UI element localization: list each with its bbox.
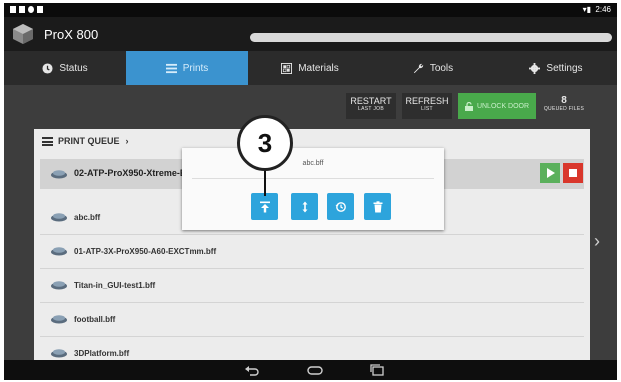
history-icon <box>335 201 346 212</box>
wrench-icon <box>413 63 423 73</box>
popup-title: abc.bff <box>302 160 324 167</box>
part-icon <box>51 247 67 256</box>
back-icon[interactable] <box>244 363 260 377</box>
part-icon <box>51 170 67 179</box>
list-item[interactable]: football.bff <box>40 303 584 337</box>
next-page-chevron-icon[interactable]: › <box>594 231 600 252</box>
tab-settings-label: Settings <box>546 62 583 74</box>
tab-prints-label: Prints <box>182 62 209 74</box>
print-actions-bar: RESTART LAST JOB REFRESH LIST UNLOCK DOO… <box>4 85 617 125</box>
notification-icon <box>10 6 16 13</box>
refresh-list-button[interactable]: REFRESH LIST <box>402 93 452 119</box>
reorder-icon <box>302 201 307 212</box>
gear-icon <box>529 62 541 74</box>
system-navigation-bar <box>4 360 617 380</box>
queued-files-counter: 8 QUEUED FILES <box>540 93 588 119</box>
move-to-top-icon <box>259 201 270 212</box>
move-to-top-button[interactable] <box>251 193 278 220</box>
restart-label: RESTART <box>350 96 392 106</box>
unlock-label: UNLOCK DOOR <box>476 102 530 110</box>
stop-print-button[interactable] <box>563 163 583 183</box>
file-options-popup: abc.bff <box>182 148 444 230</box>
callout-leader-line <box>264 168 266 196</box>
file-name: Titan-in_GUI-test1.bff <box>74 281 156 290</box>
queued-count: 8 <box>561 95 567 106</box>
restart-last-job-button[interactable]: RESTART LAST JOB <box>346 93 396 119</box>
list-item[interactable]: 01-ATP-3X-ProX950-A60-EXCTmm.bff <box>40 235 584 269</box>
trash-icon <box>373 200 382 212</box>
prox-logo-icon <box>13 24 33 44</box>
list-icon <box>165 63 177 73</box>
tab-tools[interactable]: Tools <box>372 51 494 85</box>
tab-settings[interactable]: Settings <box>495 51 617 85</box>
tab-tools-label: Tools <box>429 62 454 74</box>
refresh-sublabel: LIST <box>421 106 433 112</box>
delete-button[interactable] <box>364 193 391 220</box>
part-icon <box>51 315 67 324</box>
title-bar: ProX 800 <box>4 17 617 51</box>
wifi-battery-icon: ▾▮ <box>582 5 591 14</box>
tablet-screen: ▾▮ 2:46 ProX 800 Status Prints Materials… <box>4 3 617 380</box>
part-icon <box>51 213 67 222</box>
list-item[interactable]: Titan-in_GUI-test1.bff <box>40 269 584 303</box>
popup-divider <box>192 178 434 179</box>
tab-materials[interactable]: Materials <box>249 51 371 85</box>
main-tabs: Status Prints Materials Tools Settings <box>4 51 617 85</box>
menu-icon <box>42 136 53 146</box>
tab-prints[interactable]: Prints <box>126 51 248 85</box>
file-name: football.bff <box>74 315 116 324</box>
system-status-bar: ▾▮ 2:46 <box>4 3 617 17</box>
file-name: 3DPlatform.bff <box>74 349 130 358</box>
active-job-name: 02-ATP-ProX950-Xtreme-EXC <box>74 168 199 178</box>
chevron-right-icon: › <box>125 136 129 146</box>
reorder-button[interactable] <box>291 193 318 220</box>
file-name: 01-ATP-3X-ProX950-A60-EXCTmm.bff <box>74 247 217 256</box>
print-queue-title: PRINT QUEUE <box>58 136 120 146</box>
image-icon <box>37 6 43 13</box>
step-callout-badge: 3 <box>237 115 293 171</box>
clock-icon <box>42 62 53 74</box>
materials-icon <box>281 62 293 74</box>
lock-icon <box>464 101 473 111</box>
refresh-label: REFRESH <box>405 96 449 106</box>
file-name: abc.bff <box>74 213 101 222</box>
tab-status-label: Status <box>59 62 88 74</box>
print-progress-bar <box>250 33 612 42</box>
home-icon[interactable] <box>307 363 323 377</box>
tab-status[interactable]: Status <box>4 51 126 85</box>
recent-apps-icon[interactable] <box>369 363 385 377</box>
tab-materials-label: Materials <box>298 62 339 74</box>
sd-card-icon <box>19 6 25 13</box>
start-print-button[interactable] <box>540 163 560 183</box>
clock: 2:46 <box>595 5 611 14</box>
unlock-door-button[interactable]: UNLOCK DOOR <box>458 93 536 119</box>
queued-label: QUEUED FILES <box>543 106 585 112</box>
app-title: ProX 800 <box>44 27 99 42</box>
part-icon <box>51 349 67 358</box>
usb-icon <box>28 6 34 13</box>
reprint-button[interactable] <box>327 193 354 220</box>
part-icon <box>51 281 67 290</box>
restart-sublabel: LAST JOB <box>358 106 384 112</box>
